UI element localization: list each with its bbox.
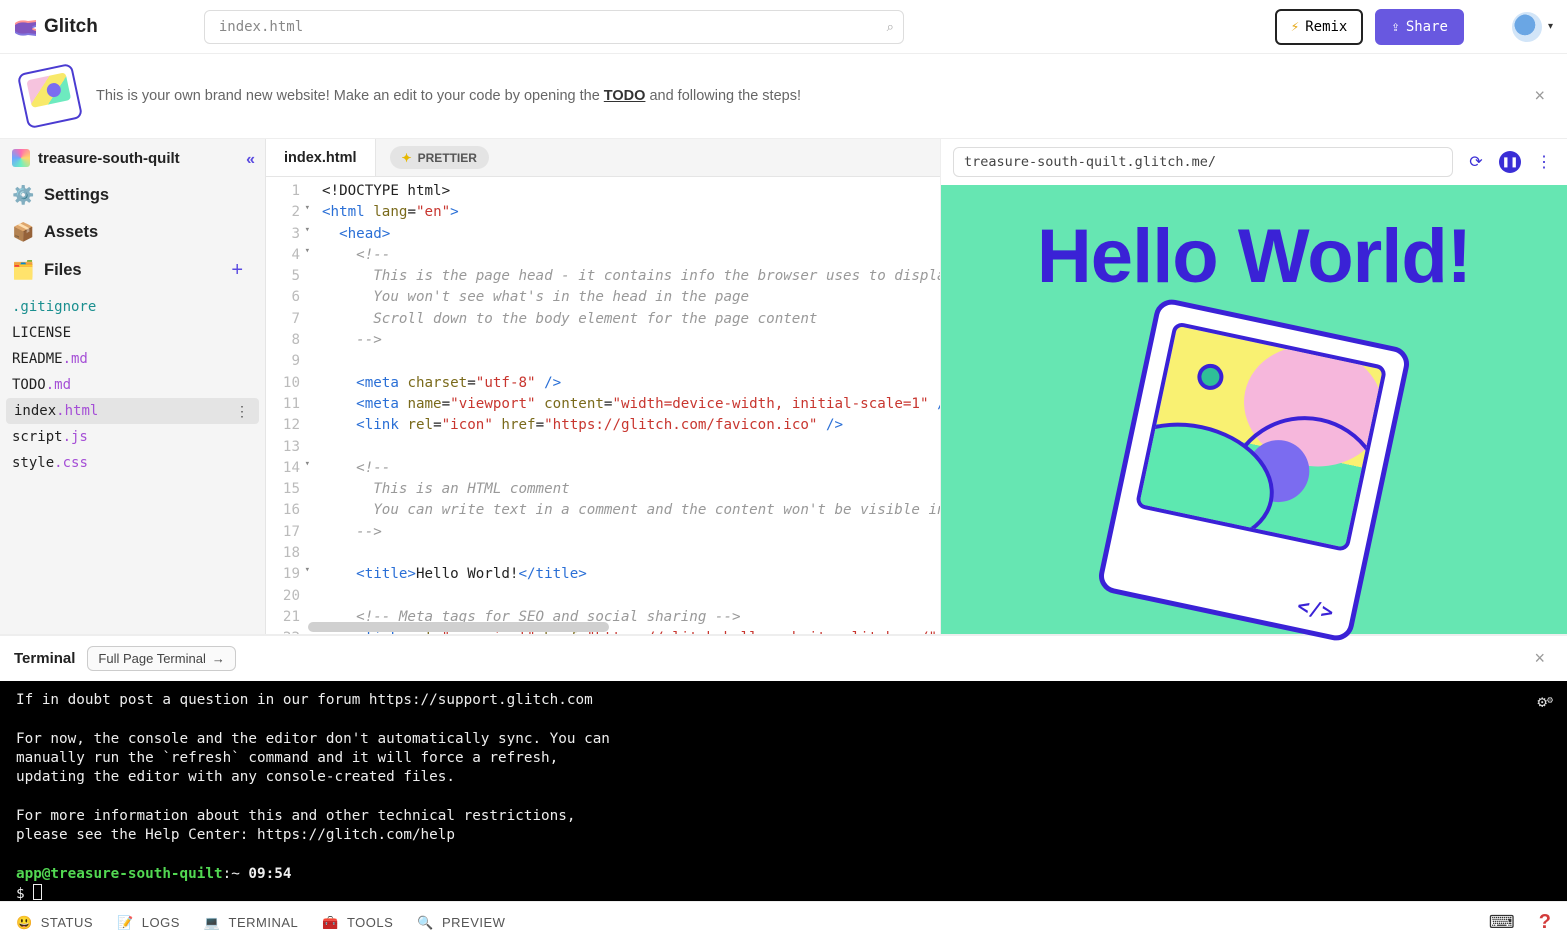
banner-text: This is your own brand new website! Make…	[96, 88, 801, 104]
terminal-line: manually run the `refresh` command and i…	[16, 749, 1551, 768]
terminal-prompt-user: app@treasure-south-quilt	[16, 866, 223, 882]
terminal-line	[16, 710, 1551, 729]
terminal-prompt-time: 09:54	[240, 866, 292, 882]
settings-label: Settings	[44, 186, 109, 205]
preview-url-field[interactable]: treasure-south-quilt.glitch.me/	[953, 147, 1453, 177]
status-icon: 😃	[16, 915, 33, 931]
share-label: Share	[1406, 19, 1448, 35]
prettier-button[interactable]: ✦ PRETTIER	[390, 146, 489, 169]
refresh-icon[interactable]: ⟳	[1463, 149, 1489, 175]
terminal-line: please see the Help Center: https://glit…	[16, 826, 1551, 845]
tools-button[interactable]: 🧰 TOOLS	[322, 915, 393, 931]
prettier-label: PRETTIER	[418, 151, 477, 165]
project-name: treasure-south-quilt	[38, 150, 180, 167]
code-editor[interactable]: 1234567891011121314151617181920212223242…	[266, 177, 940, 634]
sparkle-icon: ✦	[402, 151, 412, 165]
terminal-line: For more information about this and othe…	[16, 807, 1551, 826]
search-input[interactable]	[204, 10, 904, 44]
pause-icon[interactable]: ❚❚	[1499, 151, 1521, 173]
file-item[interactable]: LICENSE	[0, 320, 265, 346]
editor-tab-label: index.html	[284, 150, 357, 166]
preview-icon: 🔍	[417, 915, 434, 931]
glitch-logo[interactable]: Glitch	[14, 16, 98, 38]
avatar	[1512, 12, 1542, 42]
user-menu[interactable]: ▾	[1512, 12, 1553, 42]
project-name-row[interactable]: treasure-south-quilt «	[0, 139, 265, 177]
arrow-right-icon: →	[212, 651, 225, 666]
preview-button[interactable]: 🔍 PREVIEW	[417, 915, 505, 931]
preview-illustration: </>	[1096, 296, 1413, 644]
remix-label: Remix	[1305, 19, 1347, 35]
file-item[interactable]: README.md	[0, 346, 265, 372]
logs-icon: 📝	[117, 915, 134, 931]
tools-icon: 🧰	[322, 915, 339, 931]
file-item[interactable]: style.css	[0, 450, 265, 476]
todo-link[interactable]: TODO	[604, 88, 646, 104]
search-icon[interactable]: ⌕	[887, 19, 894, 35]
glitch-fish-icon	[14, 18, 38, 36]
status-label: STATUS	[41, 915, 93, 930]
file-item[interactable]: index.html⋮	[6, 398, 259, 424]
terminal-button[interactable]: 💻 TERMINAL	[204, 915, 298, 931]
keyboard-shortcuts-icon[interactable]: ⌨︎	[1489, 912, 1515, 933]
sidebar-item-settings[interactable]: ⚙️ Settings	[0, 177, 265, 214]
preview-label: PREVIEW	[442, 915, 505, 930]
collapse-sidebar-icon[interactable]: «	[246, 151, 255, 169]
share-button[interactable]: ⇪ Share	[1375, 9, 1464, 45]
full-page-terminal-button[interactable]: Full Page Terminal →	[87, 646, 235, 671]
sidebar-item-files[interactable]: 🗂️ Files +	[0, 251, 265, 290]
banner-thumbnail	[17, 63, 83, 129]
editor-tab[interactable]: index.html	[266, 139, 376, 176]
terminal-line	[16, 845, 1551, 864]
terminal-title: Terminal	[14, 650, 75, 667]
close-icon[interactable]: ×	[1534, 648, 1553, 669]
terminal-icon: 💻	[204, 915, 221, 931]
remix-button[interactable]: ⚡ Remix	[1275, 9, 1364, 45]
terminal-label: TERMINAL	[229, 915, 299, 930]
more-icon[interactable]: ⋮	[1531, 149, 1557, 175]
assets-label: Assets	[44, 223, 98, 242]
package-icon: 📦	[12, 222, 34, 243]
horizontal-scrollbar[interactable]	[308, 622, 936, 632]
gear-icon: ⚙️	[12, 185, 34, 206]
file-item[interactable]: .gitignore	[0, 294, 265, 320]
terminal-cursor	[33, 884, 42, 900]
logs-button[interactable]: 📝 LOGS	[117, 915, 180, 931]
logs-label: LOGS	[142, 915, 180, 930]
lightning-icon: ⚡	[1291, 19, 1299, 35]
share-icon: ⇪	[1391, 19, 1399, 35]
terminal-line: If in doubt post a question in our forum…	[16, 691, 1551, 710]
preview-heading: Hello World!	[1027, 185, 1481, 320]
sidebar-item-assets[interactable]: 📦 Assets	[0, 214, 265, 251]
close-icon[interactable]: ×	[1534, 86, 1545, 107]
preview-pane: Hello World! </>	[941, 185, 1567, 634]
gear-icon[interactable]: ⚙⚙	[1537, 691, 1553, 713]
status-button[interactable]: 😃 STATUS	[16, 915, 93, 931]
terminal-pane[interactable]: ⚙⚙ If in doubt post a question in our fo…	[0, 681, 1567, 901]
logo-text: Glitch	[44, 16, 98, 38]
file-item[interactable]: script.js	[0, 424, 265, 450]
files-icon: 🗂️	[12, 260, 34, 281]
terminal-prompt-path: :~	[223, 866, 240, 882]
full-page-terminal-label: Full Page Terminal	[98, 651, 205, 666]
code-tag-icon: </>	[1295, 593, 1335, 624]
terminal-line	[16, 787, 1551, 806]
terminal-line: updating the editor with any console-cre…	[16, 768, 1551, 787]
preview-url: treasure-south-quilt.glitch.me/	[964, 154, 1216, 170]
add-file-button[interactable]: +	[231, 259, 253, 282]
tools-label: TOOLS	[347, 915, 393, 930]
terminal-line: For now, the console and the editor don'…	[16, 730, 1551, 749]
project-icon	[12, 149, 30, 167]
file-menu-icon[interactable]: ⋮	[235, 404, 249, 420]
file-item[interactable]: TODO.md	[0, 372, 265, 398]
chevron-down-icon: ▾	[1548, 21, 1553, 32]
help-icon[interactable]: ?	[1539, 911, 1551, 934]
files-label: Files	[44, 261, 82, 280]
terminal-prompt-symbol: $	[16, 886, 33, 901]
